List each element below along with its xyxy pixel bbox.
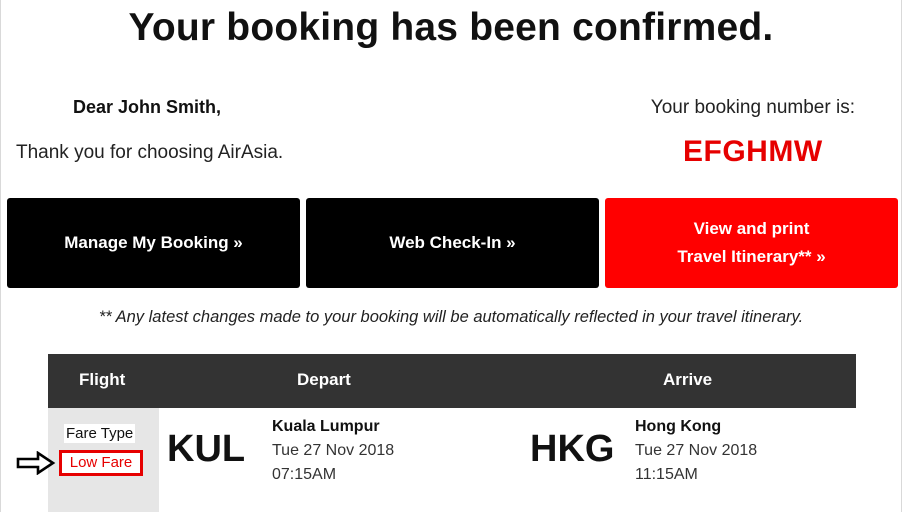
manage-booking-label: Manage My Booking » bbox=[64, 233, 243, 252]
greeting-thanks: Thank you for choosing AirAsia. bbox=[16, 142, 284, 163]
fare-type-cell: Fare Type Low Fare bbox=[48, 408, 159, 512]
manage-booking-button[interactable]: Manage My Booking » bbox=[7, 198, 300, 288]
depart-city: Kuala Lumpur bbox=[272, 418, 380, 435]
page-title: Your booking has been confirmed. bbox=[128, 6, 774, 49]
arrow-right-icon bbox=[16, 451, 56, 475]
greeting-name: Dear John Smith, bbox=[73, 97, 222, 117]
arrive-airport-code: HKG bbox=[530, 428, 615, 470]
confirmation-email: Your booking has been confirmed. Dear Jo… bbox=[0, 0, 902, 512]
header-depart: Depart bbox=[297, 370, 351, 389]
arrive-city: Hong Kong bbox=[635, 418, 722, 435]
fare-type-value: Low Fare bbox=[59, 450, 143, 476]
booking-number: EFGHMW bbox=[683, 135, 823, 168]
arrive-time: 11:15AM bbox=[635, 466, 698, 483]
flight-table-header: Flight Depart Arrive bbox=[48, 354, 856, 408]
header-flight: Flight bbox=[79, 370, 126, 389]
depart-date: Tue 27 Nov 2018 bbox=[272, 442, 395, 459]
view-itinerary-label-line1: View and print bbox=[693, 219, 810, 238]
itinerary-note: ** Any latest changes made to your booki… bbox=[98, 308, 804, 326]
depart-time: 07:15AM bbox=[272, 466, 337, 483]
arrive-date: Tue 27 Nov 2018 bbox=[635, 442, 758, 459]
web-checkin-label: Web Check-In » bbox=[389, 233, 516, 252]
fare-type-label: Fare Type bbox=[64, 424, 136, 443]
booking-number-label: Your booking number is: bbox=[650, 97, 855, 118]
view-itinerary-label-line2: Travel Itinerary** » bbox=[677, 247, 826, 266]
web-checkin-button[interactable]: Web Check-In » bbox=[306, 198, 599, 288]
depart-airport-code: KUL bbox=[167, 428, 246, 470]
view-itinerary-button[interactable]: View and print Travel Itinerary** » bbox=[605, 198, 898, 288]
header-arrive: Arrive bbox=[663, 370, 713, 389]
